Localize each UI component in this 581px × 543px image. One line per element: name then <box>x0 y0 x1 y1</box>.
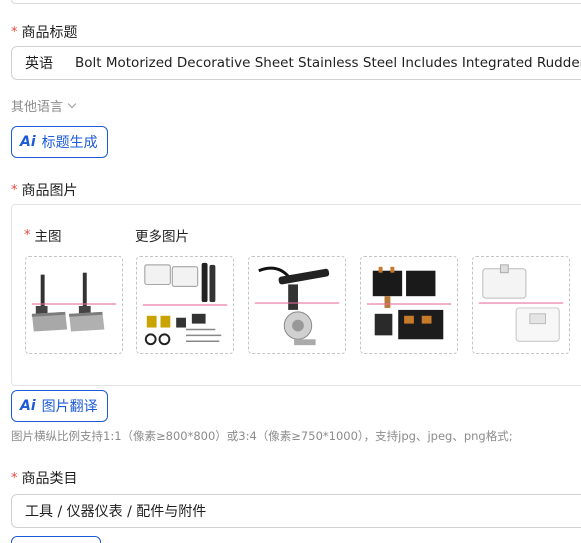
more-images-label-text: 更多图片 <box>135 229 189 245</box>
product-images-label-text: 商品图片 <box>21 183 78 199</box>
generate-title-label: 标题生成 <box>41 135 98 151</box>
actuator-kit-parts-image <box>142 262 228 346</box>
product-title-label-text: 商品标题 <box>21 25 78 41</box>
product-images-label: * 商品图片 <box>11 180 78 200</box>
required-mark: * <box>11 24 18 40</box>
translate-image-label: 图片翻译 <box>41 399 98 415</box>
image-format-hint: 图片横纵比例支持1:1（像素≥800*800）或3:4（像素≥750*1000）… <box>11 429 513 443</box>
more-image-thumbnail-3[interactable] <box>360 256 458 354</box>
product-title-field[interactable]: 英语 Bolt Motorized Decorative Sheet Stain… <box>11 46 581 80</box>
motor-actuator-arm-image <box>254 266 340 346</box>
main-image-thumbnail[interactable] <box>25 256 123 354</box>
main-image-label-text: 主图 <box>34 229 62 245</box>
more-images-label: 更多图片 <box>135 225 189 245</box>
trim-tab-plates-image <box>31 272 117 332</box>
product-category-label-text: 商品类目 <box>21 471 78 487</box>
product-title-label: * 商品标题 <box>11 22 78 42</box>
product-category-value: 工具 / 仪器仪表 / 配件与附件 <box>25 504 207 520</box>
product-category-select[interactable]: 工具 / 仪器仪表 / 配件与附件 <box>11 494 581 528</box>
generate-title-button[interactable]: Ai 标题生成 <box>11 126 108 158</box>
chevron-down-icon <box>67 99 77 108</box>
required-mark: * <box>11 182 18 198</box>
translate-image-button[interactable]: Ai 图片翻译 <box>11 390 108 422</box>
other-languages-toggle[interactable]: 其他语言 <box>11 96 77 115</box>
required-mark: * <box>24 227 31 243</box>
previous-field-edge <box>11 0 581 4</box>
ai-icon: Ai <box>20 398 36 414</box>
product-category-label: * 商品类目 <box>11 468 78 488</box>
more-image-thumbnail-4[interactable] <box>472 256 570 354</box>
other-languages-label: 其他语言 <box>11 100 64 115</box>
main-image-label: * 主图 <box>24 225 62 246</box>
product-title-input[interactable]: Bolt Motorized Decorative Sheet Stainles… <box>65 55 581 71</box>
next-ai-button-partial[interactable] <box>11 536 101 543</box>
required-mark: * <box>11 470 18 486</box>
more-image-thumbnail-2[interactable] <box>248 256 346 354</box>
more-image-thumbnail-1[interactable] <box>136 256 234 354</box>
relay-switch-box-image <box>366 266 452 340</box>
language-tag[interactable]: 英语 <box>12 53 65 73</box>
ai-icon: Ai <box>20 134 36 150</box>
mounting-plates-image <box>478 264 564 342</box>
